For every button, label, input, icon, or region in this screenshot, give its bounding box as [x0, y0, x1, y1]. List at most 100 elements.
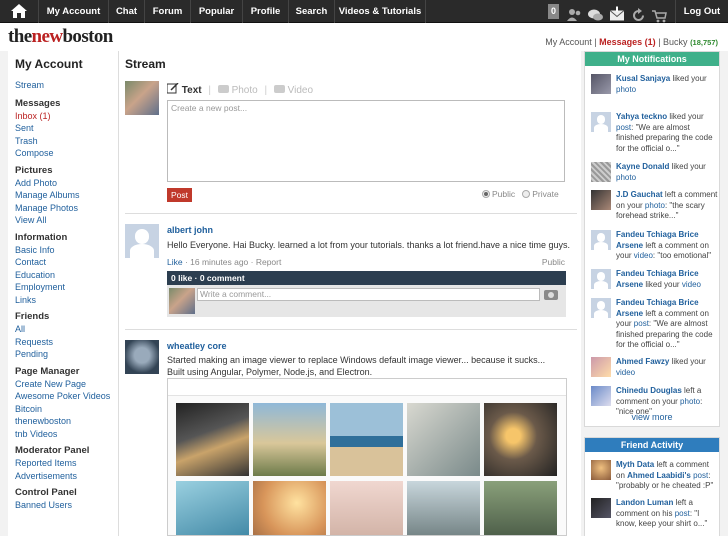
nav-videos-tutorials[interactable]: Videos & Tutorials — [334, 0, 426, 23]
tab-photo[interactable]: Photo — [232, 85, 258, 96]
notification-avatar[interactable] — [591, 190, 611, 210]
friend-name[interactable]: Myth Data — [616, 460, 654, 469]
sidebar-item[interactable]: Banned Users — [15, 499, 118, 512]
notification-object-link[interactable]: video — [682, 280, 701, 289]
comment-camera-icon[interactable] — [544, 290, 558, 300]
notification-avatar[interactable] — [591, 386, 611, 406]
notification-user-name[interactable]: Kusal Sanjaya — [616, 74, 670, 83]
nav-chat[interactable]: Chat — [108, 0, 144, 23]
friend-target-name[interactable]: Ahmed Laabidi's — [627, 471, 691, 480]
sidebar-item[interactable]: Advertisements — [15, 470, 118, 483]
notification-item[interactable]: J.D Gauchat left a comment on your photo… — [591, 190, 717, 230]
sidebar-item[interactable]: tnb Videos — [15, 428, 118, 441]
header-username[interactable]: Bucky — [663, 37, 688, 47]
friend-name[interactable]: Landon Luman — [616, 498, 673, 507]
notification-item[interactable]: Fandeu Tchiaga Brice Arsene left a comme… — [591, 230, 717, 269]
notification-item[interactable]: Fandeu Tchiaga Brice Arsene left a comme… — [591, 298, 717, 357]
notification-object-link[interactable]: video — [634, 251, 653, 260]
sidebar-item[interactable]: Manage Photos — [15, 202, 118, 215]
nav-popular[interactable]: Popular — [190, 0, 242, 23]
header-messages-link[interactable]: Messages (1) — [599, 37, 656, 47]
friend-avatar[interactable] — [591, 460, 611, 480]
notification-avatar[interactable] — [591, 298, 611, 318]
notification-object-link[interactable]: photo — [680, 397, 700, 406]
notification-user-name[interactable]: Kayne Donald — [616, 162, 669, 171]
sidebar-item[interactable]: Education — [15, 269, 118, 282]
sidebar-item[interactable]: Basic Info — [15, 244, 118, 257]
sidebar-item[interactable]: Awesome Poker Videos — [15, 390, 118, 403]
notification-user-name[interactable]: Ahmed Fawzy — [616, 357, 669, 366]
sidebar-item[interactable]: Add Photo — [15, 177, 118, 190]
public-radio[interactable] — [482, 190, 490, 198]
notification-user-name[interactable]: J.D Gauchat — [616, 190, 663, 199]
comment-input[interactable]: Write a comment... — [197, 288, 540, 301]
friend-object-link[interactable]: post — [693, 471, 708, 480]
notification-item[interactable]: Ahmed Fawzy liked your video — [591, 357, 717, 386]
friend-object-link[interactable]: post — [675, 509, 690, 518]
notification-avatar[interactable] — [591, 230, 611, 250]
sidebar-item[interactable]: Requests — [15, 336, 118, 349]
nav-my-account[interactable]: My Account — [38, 0, 108, 23]
notification-count-badge[interactable]: 0 — [548, 4, 559, 19]
nav-profile[interactable]: Profile — [242, 0, 288, 23]
sidebar-item[interactable]: Links — [15, 294, 118, 307]
nav-forum[interactable]: Forum — [144, 0, 190, 23]
sidebar-item[interactable]: Trash — [15, 135, 118, 148]
notification-avatar[interactable] — [591, 74, 611, 94]
private-radio[interactable] — [522, 190, 531, 198]
notification-item[interactable]: Yahya teckno liked your post: "We are al… — [591, 112, 717, 154]
post-button[interactable]: Post — [167, 188, 192, 202]
sidebar-item[interactable]: All — [15, 323, 118, 336]
friend-avatar[interactable] — [591, 498, 611, 518]
notification-avatar[interactable] — [591, 162, 611, 182]
sidebar-item[interactable]: Pending — [15, 348, 118, 361]
sidebar-item[interactable]: Contact — [15, 256, 118, 269]
notification-object-link[interactable]: photo — [645, 201, 665, 210]
nav-search[interactable]: Search — [288, 0, 334, 23]
post-author-avatar[interactable] — [125, 340, 159, 374]
post-like-link[interactable]: Like — [167, 257, 183, 267]
notification-avatar[interactable] — [591, 112, 611, 132]
sidebar-item[interactable]: Create New Page — [15, 378, 118, 391]
post-author-avatar[interactable] — [125, 224, 159, 258]
notification-item[interactable]: Kusal Sanjaya liked your photo — [591, 74, 717, 104]
sidebar-item[interactable]: Reported Items — [15, 457, 118, 470]
notification-item[interactable]: Fandeu Tchiaga Brice Arsene liked your v… — [591, 269, 717, 298]
friend-activity-item[interactable]: Landon Luman left a comment on his post:… — [591, 498, 717, 534]
friend-activity-item[interactable]: Myth Data left a comment on Ahmed Laabid… — [591, 460, 717, 496]
notification-object-link[interactable]: photo — [616, 173, 636, 182]
sidebar-item[interactable]: Sent — [15, 122, 118, 135]
tab-video[interactable]: Video — [288, 85, 313, 96]
notification-object-link[interactable]: post — [616, 123, 631, 132]
sidebar-item[interactable]: Inbox (1) — [15, 110, 118, 123]
site-logo[interactable]: thenewboston — [8, 26, 113, 48]
sidebar-item[interactable]: Compose — [15, 147, 118, 160]
sidebar-item[interactable]: Employment — [15, 281, 118, 294]
sidebar-item[interactable]: thenewboston — [15, 415, 118, 428]
notification-user-name[interactable]: Yahya teckno — [616, 112, 667, 121]
logout-button[interactable]: Log Out — [675, 0, 728, 23]
sidebar-item[interactable]: Bitcoin — [15, 403, 118, 416]
post-author-name[interactable]: wheatley core — [167, 341, 227, 351]
user-avatar[interactable] — [125, 81, 159, 115]
post-report-link[interactable]: Report — [256, 257, 282, 267]
view-more-link[interactable]: view more — [585, 412, 719, 422]
private-label: Private — [532, 189, 559, 199]
header-my-account-link[interactable]: My Account — [545, 37, 592, 47]
notification-object-link[interactable]: post — [634, 319, 649, 328]
sidebar-item-stream[interactable]: Stream — [15, 79, 118, 92]
notification-user-name[interactable]: Chinedu Douglas — [616, 386, 682, 395]
notification-object-link[interactable]: photo — [616, 85, 636, 94]
notification-text: Fandeu Tchiaga Brice Arsene liked your v… — [616, 269, 718, 290]
post-author-name[interactable]: albert john — [167, 225, 213, 235]
notification-avatar[interactable] — [591, 357, 611, 377]
sidebar-item[interactable]: View All — [15, 214, 118, 227]
post-image[interactable] — [167, 378, 567, 536]
new-post-textarea[interactable]: Create a new post... — [167, 100, 565, 182]
notification-object-link[interactable]: video — [616, 368, 635, 377]
notification-item[interactable]: Kayne Donald liked your photo — [591, 162, 717, 190]
home-icon[interactable] — [10, 3, 28, 19]
sidebar-item[interactable]: Manage Albums — [15, 189, 118, 202]
tab-text[interactable]: Text — [182, 85, 202, 96]
notification-avatar[interactable] — [591, 269, 611, 289]
